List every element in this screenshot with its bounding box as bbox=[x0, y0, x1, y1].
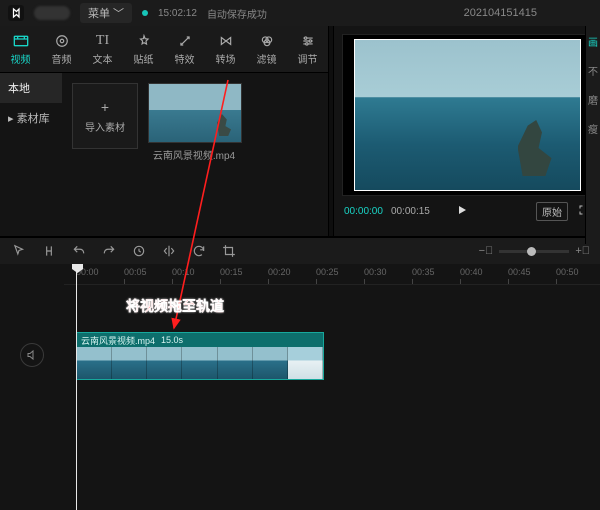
tracks-area: 云南风景视频.mp4 15.0s bbox=[0, 284, 600, 510]
autosave-time: 15:02:12 bbox=[158, 8, 197, 19]
select-tool-icon[interactable] bbox=[10, 242, 28, 260]
clip-duration: 15.0s bbox=[161, 335, 183, 345]
rotate-icon[interactable] bbox=[190, 242, 208, 260]
ruler-tick: 00:25 bbox=[316, 267, 339, 277]
thumbnail-image bbox=[148, 83, 242, 143]
tab-video[interactable]: 视频 bbox=[0, 26, 41, 72]
chevron-down-icon: ﹀ bbox=[113, 5, 124, 21]
adjust-icon bbox=[301, 33, 315, 49]
import-label: 导入素材 bbox=[85, 119, 125, 134]
preview-frame bbox=[354, 39, 581, 191]
tab-filter[interactable]: 滤镜 bbox=[246, 26, 287, 72]
title-bar: 菜单 ﹀ 15:02:12 自动保存成功 202104151415 bbox=[0, 0, 600, 26]
preview-panel: 00:00:00 00:00:15 原始 bbox=[333, 26, 600, 236]
tab-label: 视频 bbox=[11, 51, 31, 66]
side-item-library[interactable]: ▸ 素材库 bbox=[0, 103, 62, 133]
tab-text[interactable]: TI 文本 bbox=[82, 26, 123, 72]
mute-button[interactable] bbox=[20, 343, 44, 367]
timecode-total: 00:00:15 bbox=[391, 206, 430, 217]
track-content[interactable]: 云南风景视频.mp4 15.0s bbox=[64, 330, 600, 380]
tab-label: 滤镜 bbox=[257, 51, 277, 66]
timeline: 00:00 00:05 00:10 00:15 00:20 00:25 00:3… bbox=[0, 264, 600, 510]
timeline-toolbar: −⃝ +⃝ bbox=[0, 236, 600, 264]
mirror-icon[interactable] bbox=[160, 242, 178, 260]
audio-icon bbox=[55, 33, 69, 49]
play-button[interactable] bbox=[456, 204, 468, 219]
project-name: 202104151415 bbox=[464, 7, 537, 19]
tab-audio[interactable]: 音频 bbox=[41, 26, 82, 72]
right-property-strip: 画 不 磨 瘦 bbox=[585, 26, 600, 244]
ruler-tick: 00:05 bbox=[124, 267, 147, 277]
prop-c: 磨 bbox=[588, 92, 598, 107]
time-ruler[interactable]: 00:00 00:05 00:10 00:15 00:20 00:25 00:3… bbox=[64, 264, 600, 285]
ruler-tick: 00:40 bbox=[460, 267, 483, 277]
tab-label: 调节 bbox=[298, 51, 318, 66]
video-icon bbox=[13, 33, 29, 49]
preview-content bbox=[518, 120, 552, 176]
side-nav: 本地 ▸ 素材库 bbox=[0, 73, 62, 236]
preview-controls: 00:00:00 00:00:15 原始 bbox=[334, 200, 600, 227]
sticker-icon bbox=[137, 33, 151, 49]
menu-dropdown[interactable]: 菜单 ﹀ bbox=[80, 3, 132, 23]
filter-icon bbox=[260, 33, 274, 49]
transition-icon bbox=[219, 33, 233, 49]
zoom-out-icon[interactable]: −⃝ bbox=[479, 245, 494, 257]
clip-header: 云南风景视频.mp4 15.0s bbox=[77, 333, 323, 347]
split-tool-icon[interactable] bbox=[40, 242, 58, 260]
prop-d: 瘦 bbox=[588, 121, 598, 136]
zoom-control: −⃝ +⃝ bbox=[479, 245, 590, 257]
autosave-indicator-icon bbox=[142, 10, 148, 16]
thumbnail-name: 云南风景视频.mp4 bbox=[148, 147, 240, 162]
zoom-in-icon[interactable]: +⃝ bbox=[575, 245, 590, 257]
import-media-button[interactable]: + 导入素材 bbox=[72, 83, 138, 149]
video-track[interactable]: 云南风景视频.mp4 15.0s bbox=[0, 330, 600, 380]
timecode-current: 00:00:00 bbox=[344, 206, 383, 217]
ruler-tick: 00:15 bbox=[220, 267, 243, 277]
plus-icon: + bbox=[101, 99, 109, 115]
effect-icon bbox=[178, 33, 192, 49]
tab-transition[interactable]: 转场 bbox=[205, 26, 246, 72]
preview-viewport[interactable] bbox=[342, 34, 592, 196]
autosave-text: 自动保存成功 bbox=[207, 6, 267, 21]
ruler-tick: 00:20 bbox=[268, 267, 291, 277]
prop-a[interactable]: 画 bbox=[588, 34, 598, 49]
tab-sticker[interactable]: 贴纸 bbox=[123, 26, 164, 72]
media-area: + 导入素材 云南风景视频.mp4 bbox=[62, 73, 328, 236]
caret-right-icon: ▸ bbox=[8, 113, 17, 125]
blurred-region bbox=[34, 6, 70, 20]
menu-label: 菜单 bbox=[88, 5, 110, 21]
zoom-slider[interactable] bbox=[499, 250, 569, 253]
tab-label: 转场 bbox=[216, 51, 236, 66]
tab-adjust[interactable]: 调节 bbox=[287, 26, 328, 72]
ruler-tick: 00:35 bbox=[412, 267, 435, 277]
tab-label: 音频 bbox=[52, 51, 72, 66]
tab-effect[interactable]: 特效 bbox=[164, 26, 205, 72]
clip-thumbnails bbox=[77, 347, 323, 379]
ruler-tick: 00:30 bbox=[364, 267, 387, 277]
video-clip[interactable]: 云南风景视频.mp4 15.0s bbox=[76, 332, 324, 380]
undo-icon[interactable] bbox=[70, 242, 88, 260]
playhead[interactable] bbox=[76, 264, 77, 510]
ruler-tick: 00:10 bbox=[172, 267, 195, 277]
aspect-ratio-button[interactable]: 原始 bbox=[536, 202, 568, 221]
side-item-local[interactable]: 本地 bbox=[0, 73, 62, 103]
tab-label: 贴纸 bbox=[134, 51, 154, 66]
text-icon: TI bbox=[96, 33, 109, 49]
media-thumbnail[interactable]: 云南风景视频.mp4 bbox=[148, 83, 240, 226]
clip-name: 云南风景视频.mp4 bbox=[81, 334, 155, 347]
tab-label: 文本 bbox=[93, 51, 113, 66]
record-icon[interactable] bbox=[130, 242, 148, 260]
app-logo bbox=[8, 5, 24, 21]
crop-icon[interactable] bbox=[220, 242, 238, 260]
tab-label: 特效 bbox=[175, 51, 195, 66]
tool-tabs: 视频 音频 TI 文本 贴纸 特效 转场 bbox=[0, 26, 328, 73]
redo-icon[interactable] bbox=[100, 242, 118, 260]
track-header bbox=[0, 330, 64, 380]
ruler-tick: 00:50 bbox=[556, 267, 579, 277]
ruler-tick: 00:45 bbox=[508, 267, 531, 277]
upper-panels: 视频 音频 TI 文本 贴纸 特效 转场 bbox=[0, 26, 600, 236]
prop-b: 不 bbox=[588, 63, 598, 78]
media-panel: 视频 音频 TI 文本 贴纸 特效 转场 bbox=[0, 26, 329, 236]
